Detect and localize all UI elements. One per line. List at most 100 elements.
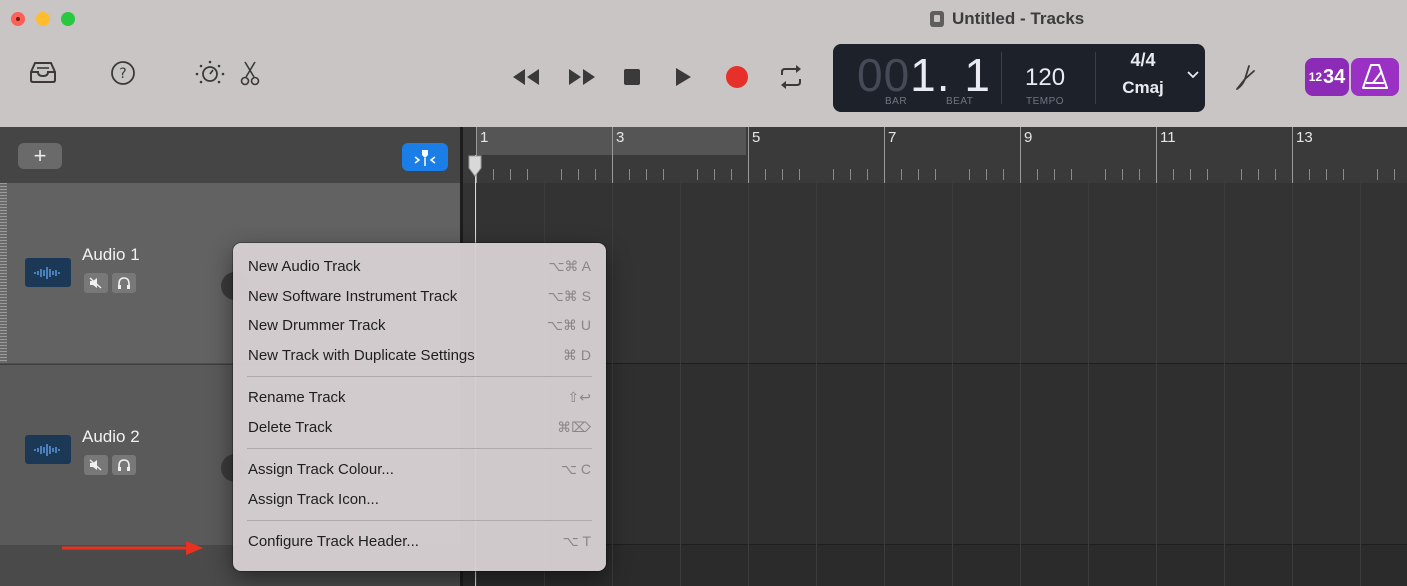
ruler-tick bbox=[799, 169, 800, 180]
smart-controls-icon[interactable] bbox=[193, 58, 227, 88]
add-track-button[interactable]: + bbox=[18, 143, 62, 169]
play-icon[interactable] bbox=[674, 67, 692, 87]
menu-item-label: Assign Track Colour... bbox=[248, 461, 394, 479]
ruler-tick bbox=[1394, 169, 1395, 180]
record-icon[interactable] bbox=[725, 65, 749, 89]
chevron-down-icon[interactable] bbox=[1185, 66, 1201, 82]
lcd-position-dim: 00 bbox=[857, 49, 911, 101]
menu-item-rename-track[interactable]: Rename Track ⇧↩ bbox=[233, 383, 606, 413]
library-icon[interactable] bbox=[28, 60, 58, 84]
count-in-button[interactable]: 12 34 bbox=[1305, 58, 1349, 96]
ruler-tick bbox=[1326, 169, 1327, 180]
ruler-tick bbox=[578, 169, 579, 180]
metronome-icon[interactable] bbox=[1351, 58, 1399, 96]
ruler-bar-number: 13 bbox=[1296, 129, 1313, 146]
ruler-tick bbox=[629, 169, 630, 180]
rewind-icon[interactable] bbox=[510, 67, 542, 87]
lcd-tempo[interactable]: 120 bbox=[1025, 64, 1065, 92]
ruler-bar-number: 11 bbox=[1160, 129, 1176, 146]
editors-scissors-icon[interactable] bbox=[240, 60, 260, 86]
count-in-large-text: 34 bbox=[1323, 65, 1346, 88]
menu-item-delete-track[interactable]: Delete Track ⌘⌦ bbox=[233, 413, 606, 443]
grid-line bbox=[884, 183, 885, 586]
grid-line bbox=[816, 183, 817, 586]
count-in-small-text: 12 bbox=[1308, 70, 1323, 84]
solo-headphones-icon[interactable] bbox=[112, 273, 136, 293]
ruler-tick bbox=[1054, 169, 1055, 180]
lcd-separator bbox=[1001, 52, 1002, 104]
annotation-arrow-icon bbox=[62, 540, 204, 561]
ruler-bar-line bbox=[748, 127, 749, 183]
ruler-tick bbox=[1071, 169, 1072, 180]
ruler-tick bbox=[1258, 169, 1259, 180]
ruler-tick bbox=[493, 169, 494, 180]
ruler-tick bbox=[561, 169, 562, 180]
fast-forward-icon[interactable] bbox=[566, 67, 598, 87]
track-name[interactable]: Audio 1 bbox=[82, 245, 140, 265]
ruler-tick bbox=[1207, 169, 1208, 180]
ruler-tick bbox=[918, 169, 919, 180]
track-name[interactable]: Audio 2 bbox=[82, 427, 140, 447]
menu-item-shortcut: ⇧↩ bbox=[567, 389, 591, 406]
menu-item-new-track-duplicate-settings[interactable]: New Track with Duplicate Settings ⌘ D bbox=[233, 341, 606, 371]
ruler-bar-line bbox=[1292, 127, 1293, 183]
menu-item-configure-track-header[interactable]: Configure Track Header... ⌥ T bbox=[233, 527, 606, 557]
lcd-display[interactable]: 001. 1 BAR BEAT 120 TEMPO 4/4 Cmaj bbox=[833, 44, 1205, 112]
ruler-bar-number: 7 bbox=[888, 129, 897, 146]
ruler-tick bbox=[527, 169, 528, 180]
menu-separator bbox=[247, 376, 592, 377]
minimize-window-button[interactable] bbox=[36, 12, 50, 26]
menu-item-shortcut: ⌥⌘ S bbox=[547, 287, 591, 304]
menu-separator bbox=[247, 448, 592, 449]
mute-icon[interactable] bbox=[84, 455, 108, 475]
menu-item-shortcut: ⌘⌦ bbox=[557, 418, 591, 435]
menu-item-shortcut: ⌥ C bbox=[560, 461, 591, 478]
track-header-toolbar: + bbox=[0, 127, 463, 183]
ruler-tick bbox=[1377, 169, 1378, 180]
ruler-bar-number: 9 bbox=[1024, 129, 1033, 146]
menu-item-assign-track-icon[interactable]: Assign Track Icon... bbox=[233, 485, 606, 515]
ruler-tick bbox=[1037, 169, 1038, 180]
ruler-tick bbox=[1275, 169, 1276, 180]
lcd-position-bright: 1. 1 bbox=[910, 49, 991, 101]
menu-item-new-drummer-track[interactable]: New Drummer Track ⌥⌘ U bbox=[233, 311, 606, 341]
lcd-bar-label: BAR bbox=[885, 96, 908, 107]
stop-icon[interactable] bbox=[623, 68, 641, 86]
track-header-context-menu: New Audio Track ⌥⌘ A New Software Instru… bbox=[233, 243, 606, 571]
ruler-tick bbox=[731, 169, 732, 180]
menu-item-label: Delete Track bbox=[248, 418, 333, 436]
lcd-key[interactable]: Cmaj bbox=[1120, 78, 1166, 98]
menu-separator bbox=[247, 520, 592, 521]
lcd-tempo-label: TEMPO bbox=[1026, 96, 1065, 107]
lcd-time-signature[interactable]: 4/4 bbox=[1123, 50, 1163, 71]
menu-item-assign-track-colour[interactable]: Assign Track Colour... ⌥ C bbox=[233, 455, 606, 485]
cycle-region[interactable] bbox=[476, 127, 746, 155]
grid-line bbox=[748, 183, 749, 586]
ruler-tick bbox=[969, 169, 970, 180]
menu-item-label: Configure Track Header... bbox=[248, 533, 419, 551]
cycle-icon[interactable] bbox=[777, 64, 805, 90]
ruler[interactable]: 1 3 5 7 9 11 13 bbox=[463, 127, 1407, 183]
tuner-icon[interactable] bbox=[1233, 62, 1259, 92]
ruler-bar-line bbox=[884, 127, 885, 183]
grid-line bbox=[1292, 183, 1293, 586]
window-title: Untitled - Tracks bbox=[930, 7, 1084, 31]
ruler-tick bbox=[595, 169, 596, 180]
solo-headphones-icon[interactable] bbox=[112, 455, 136, 475]
ruler-tick bbox=[765, 169, 766, 180]
close-window-button[interactable] bbox=[11, 12, 25, 26]
ruler-tick bbox=[833, 169, 834, 180]
ruler-bar-number: 1 bbox=[480, 129, 489, 146]
menu-item-new-audio-track[interactable]: New Audio Track ⌥⌘ A bbox=[233, 252, 606, 282]
ruler-tick bbox=[1105, 169, 1106, 180]
help-icon[interactable]: ? bbox=[110, 60, 136, 86]
catch-playhead-button[interactable] bbox=[402, 143, 448, 171]
playhead-handle[interactable] bbox=[468, 155, 482, 182]
menu-item-shortcut: ⌥⌘ U bbox=[546, 317, 591, 334]
menu-item-shortcut: ⌘ D bbox=[563, 346, 591, 363]
ruler-tick bbox=[867, 169, 868, 180]
ruler-tick bbox=[986, 169, 987, 180]
zoom-window-button[interactable] bbox=[61, 12, 75, 26]
menu-item-new-software-instrument-track[interactable]: New Software Instrument Track ⌥⌘ S bbox=[233, 282, 606, 312]
mute-icon[interactable] bbox=[84, 273, 108, 293]
